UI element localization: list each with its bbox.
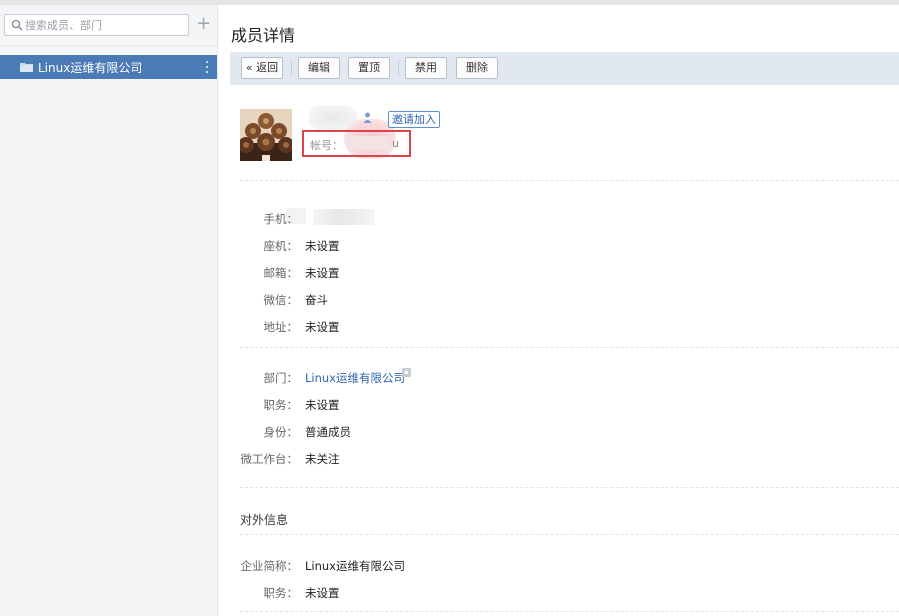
edit-button[interactable]: 编辑 [298, 57, 340, 79]
company-short-value: Linux运维有限公司 [305, 559, 405, 573]
search-input[interactable] [25, 16, 185, 34]
pin-button[interactable]: 置顶 [348, 57, 390, 79]
user-icon [363, 112, 372, 123]
department-label: 部门： [263, 371, 299, 385]
toolbar-divider [291, 60, 292, 76]
external-position-value: 未设置 [305, 586, 340, 600]
divider [240, 347, 899, 348]
position-value: 未设置 [305, 398, 340, 412]
email-label: 邮箱： [263, 266, 299, 280]
wechat-label: 微信： [263, 293, 299, 307]
department-badge-icon: ▪ [402, 368, 411, 377]
delete-button[interactable]: 删除 [456, 57, 498, 79]
external-position-label: 职务： [263, 586, 299, 600]
account-label: 帐号： [310, 139, 343, 152]
landline-label: 座机： [263, 239, 299, 253]
add-button[interactable]: + [196, 15, 211, 34]
search-box[interactable] [4, 14, 189, 36]
folder-icon [20, 63, 33, 72]
account-value: u [392, 137, 399, 150]
landline-value: 未设置 [305, 239, 340, 253]
account-redacted [346, 136, 390, 150]
department-link[interactable]: Linux运维有限公司 [305, 370, 405, 386]
main-panel: 成员详情 « 返回 编辑 置顶 禁用 删除 邀请加入 帐号： u 手机： 座机：… [218, 5, 899, 616]
avatar-image [240, 109, 292, 161]
workbench-label: 微工作台： [240, 452, 299, 466]
divider [240, 487, 899, 488]
toolbar: « 返回 编辑 置顶 禁用 删除 [230, 52, 899, 85]
account-highlight: 帐号： u [302, 130, 411, 157]
more-icon[interactable] [204, 60, 210, 74]
divider [0, 45, 217, 46]
divider [240, 180, 899, 181]
phone-label: 手机： [263, 212, 299, 226]
sidebar: + Linux运维有限公司 [0, 5, 218, 616]
wechat-value: 奋斗 [305, 293, 328, 307]
invite-button[interactable]: 邀请加入 [388, 111, 440, 128]
page-title: 成员详情 [231, 26, 296, 45]
email-value: 未设置 [305, 266, 340, 280]
search-icon [11, 19, 23, 31]
section-title-external: 对外信息 [240, 513, 289, 527]
toolbar-divider [398, 60, 399, 76]
position-label: 职务： [263, 398, 299, 412]
identity-value: 普通成员 [305, 425, 351, 439]
phone-redacted [313, 209, 375, 225]
avatar [240, 109, 292, 161]
address-label: 地址： [263, 320, 299, 334]
workbench-value: 未关注 [305, 452, 340, 466]
department-label: Linux运维有限公司 [38, 61, 143, 75]
identity-label: 身份： [263, 425, 299, 439]
divider [240, 611, 899, 612]
sidebar-item-department[interactable]: Linux运维有限公司 [0, 55, 217, 79]
divider [240, 534, 899, 535]
back-button[interactable]: « 返回 [241, 57, 283, 79]
disable-button[interactable]: 禁用 [405, 57, 447, 79]
company-short-label: 企业简称： [240, 559, 299, 573]
address-value: 未设置 [305, 320, 340, 334]
